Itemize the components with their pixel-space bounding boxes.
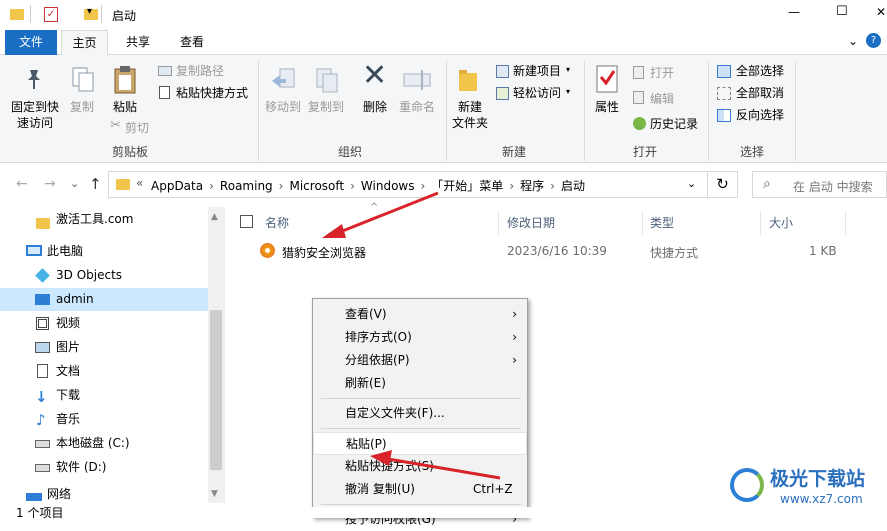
- arrow-head: [322, 224, 346, 238]
- item-count: 1 个项目: [16, 506, 64, 520]
- watermark: 极光下载站 www.xz7.com: [728, 462, 878, 512]
- arrow-line: [339, 191, 439, 234]
- watermark-url: www.xz7.com: [780, 492, 863, 506]
- annotation-arrows: [322, 191, 501, 480]
- arrow-line: [387, 457, 501, 480]
- watermark-text: 极光下载站: [770, 468, 866, 490]
- arrow-head: [370, 450, 392, 466]
- status-bar: 1 个项目: [0, 506, 887, 520]
- watermark-logo-icon: [730, 468, 764, 502]
